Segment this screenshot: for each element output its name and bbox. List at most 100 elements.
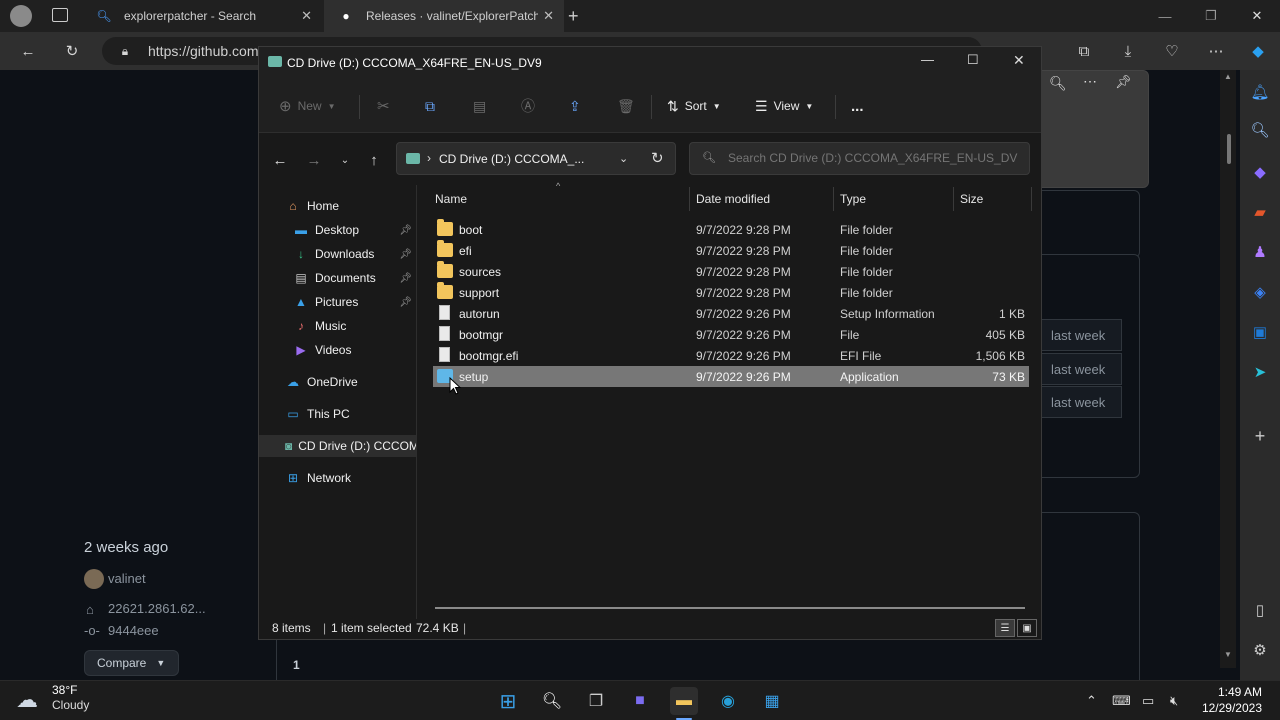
weather-temp[interactable]: 38°F xyxy=(52,683,77,697)
weather-desc[interactable]: Cloudy xyxy=(52,698,89,712)
edge-icon[interactable]: ◉ xyxy=(714,687,742,715)
file-row[interactable]: efi 9/7/2022 9:28 PM File folder xyxy=(433,240,1029,261)
nav-item-pictures[interactable]: ▲ Pictures 📌︎ xyxy=(259,291,416,313)
copilot-icon[interactable]: ◈ xyxy=(1250,282,1270,302)
forward-icon[interactable]: → xyxy=(303,149,325,171)
search-input[interactable] xyxy=(728,151,1018,165)
file-row[interactable]: autorun 9/7/2022 9:26 PM Setup Informati… xyxy=(433,303,1029,324)
page-scrollbar[interactable]: ▲ ▼ xyxy=(1220,70,1236,668)
add-icon[interactable]: + xyxy=(1250,426,1270,446)
column-divider[interactable] xyxy=(689,187,690,211)
file-row[interactable]: sources 9/7/2022 9:28 PM File folder xyxy=(433,261,1029,282)
compare-button[interactable]: Compare ▼ xyxy=(84,650,179,676)
split-screen-icon[interactable]: ▯ xyxy=(1250,600,1270,620)
minimize-button[interactable]: — xyxy=(921,52,934,67)
column-header-type[interactable]: Type xyxy=(840,185,866,213)
more-menu-icon[interactable]: ⋯ xyxy=(1205,40,1227,62)
refresh-icon[interactable]: ↻ xyxy=(651,149,664,167)
keyboard-icon[interactable]: ⌨ xyxy=(1112,693,1131,709)
paste-icon[interactable]: ▤ xyxy=(473,95,486,117)
commit-link[interactable]: 9444eee xyxy=(108,623,159,638)
search-box[interactable]: 🔍︎ xyxy=(689,142,1030,175)
column-divider[interactable] xyxy=(833,187,834,211)
clock-date[interactable]: 12/29/2023 xyxy=(1190,701,1262,715)
column-divider[interactable] xyxy=(953,187,954,211)
refresh-icon[interactable]: ↻ xyxy=(61,40,83,62)
nav-item-videos[interactable]: ▶ Videos xyxy=(259,339,416,361)
column-header-size[interactable]: Size xyxy=(960,185,983,213)
settings-icon[interactable]: ⚙ xyxy=(1250,640,1270,660)
volume-icon[interactable]: 🔇︎ xyxy=(1170,693,1178,709)
shopping-icon[interactable]: ◆ xyxy=(1250,162,1270,182)
recent-locations-icon[interactable]: ⌄ xyxy=(334,149,356,171)
chevron-down-icon[interactable]: ⌄ xyxy=(619,152,628,165)
close-icon[interactable]: ✕ xyxy=(543,8,554,24)
tag-link[interactable]: 22621.2861.62... xyxy=(108,601,206,616)
nav-item-downloads[interactable]: ↓ Downloads 📌︎ xyxy=(259,243,416,265)
network-icon[interactable]: ▭ xyxy=(1142,693,1154,709)
close-window-button[interactable]: ✕ xyxy=(1234,0,1280,32)
rename-icon[interactable]: Ⓐ xyxy=(521,95,535,117)
scroll-up-icon[interactable]: ▲ xyxy=(1224,72,1232,81)
file-row[interactable]: support 9/7/2022 9:28 PM File folder xyxy=(433,282,1029,303)
up-icon[interactable]: ↑ xyxy=(363,149,385,171)
bell-icon[interactable]: 🔔︎ xyxy=(1250,82,1270,102)
profile-avatar[interactable] xyxy=(10,5,32,27)
author-link[interactable]: valinet xyxy=(108,571,146,586)
tab-actions-icon[interactable] xyxy=(52,8,68,22)
nav-item-this-pc[interactable]: ▭ This PC xyxy=(259,403,416,425)
maximize-button[interactable]: ☐ xyxy=(967,52,979,68)
nav-item-music[interactable]: ♪ Music xyxy=(259,315,416,337)
view-button[interactable]: ☰ View ▼ xyxy=(755,95,813,117)
tab-releases[interactable]: ● Releases · valinet/ExplorerPatche ✕ xyxy=(324,0,564,32)
send-icon[interactable]: ➤ xyxy=(1250,362,1270,382)
column-header-name[interactable]: Name xyxy=(435,185,467,213)
horizontal-scrollbar[interactable] xyxy=(435,607,1025,609)
new-tab-button[interactable]: + xyxy=(568,0,592,32)
nav-item-desktop[interactable]: ▬ Desktop 📌︎ xyxy=(259,219,416,241)
scroll-down-icon[interactable]: ▼ xyxy=(1224,650,1232,659)
search-icon[interactable]: 🔍︎ xyxy=(538,687,566,715)
more-options-button[interactable]: ... xyxy=(851,95,864,117)
file-row[interactable]: boot 9/7/2022 9:28 PM File folder xyxy=(433,219,1029,240)
collections-icon[interactable]: ⧉ xyxy=(1073,40,1095,62)
delete-icon[interactable]: 🗑︎ xyxy=(617,95,635,117)
scroll-thumb[interactable] xyxy=(1227,134,1231,164)
share-icon[interactable]: ⇪ xyxy=(569,95,581,117)
details-view-icon[interactable]: ☰ xyxy=(995,619,1015,637)
downloads-icon[interactable]: ⤓ xyxy=(1117,40,1139,62)
nav-item-home[interactable]: ⌂ Home xyxy=(259,195,416,217)
column-divider[interactable] xyxy=(1031,187,1032,211)
file-explorer-icon[interactable]: ▬ xyxy=(670,687,698,715)
start-icon[interactable]: ⊞ xyxy=(494,687,522,715)
nav-item-network[interactable]: ⊞ Network xyxy=(259,467,416,489)
restore-button[interactable]: ❐ xyxy=(1188,0,1234,32)
store-icon[interactable]: ▦ xyxy=(758,687,786,715)
close-icon[interactable]: ✕ xyxy=(301,8,312,24)
weather-icon[interactable]: ☁ xyxy=(16,687,38,713)
column-header-date[interactable]: Date modified xyxy=(696,185,770,213)
health-icon[interactable]: ♡ xyxy=(1161,40,1183,62)
avatar[interactable] xyxy=(84,569,104,589)
tools-icon[interactable]: ▰ xyxy=(1250,202,1270,222)
nav-item-onedrive[interactable]: ☁ OneDrive xyxy=(259,371,416,393)
pin-icon[interactable]: 📌︎ xyxy=(1115,74,1132,90)
outlook-icon[interactable]: ▣ xyxy=(1250,322,1270,342)
more-icon[interactable]: ⋯ xyxy=(1083,73,1097,90)
games-icon[interactable]: ♟ xyxy=(1250,242,1270,262)
address-bar[interactable]: › CD Drive (D:) CCCOMA_... ⌄ ↻ xyxy=(396,142,676,175)
nav-item-documents[interactable]: ▤ Documents 📌︎ xyxy=(259,267,416,289)
file-row-selected[interactable]: setup 9/7/2022 9:26 PM Application 73 KB xyxy=(433,366,1029,387)
copilot-icon[interactable]: ◆ xyxy=(1247,40,1269,62)
close-button[interactable]: ✕ xyxy=(1013,52,1025,69)
task-view-icon[interactable]: ❐ xyxy=(582,687,610,715)
file-row[interactable]: bootmgr.efi 9/7/2022 9:26 PM EFI File 1,… xyxy=(433,345,1029,366)
back-icon[interactable]: ← xyxy=(17,40,39,62)
cut-icon[interactable]: ✂ xyxy=(377,95,390,117)
clock-time[interactable]: 1:49 AM xyxy=(1198,685,1262,699)
tab-search[interactable]: 🔍︎ explorerpatcher - Search ✕ xyxy=(82,0,322,32)
chat-icon[interactable]: ■ xyxy=(626,687,654,715)
large-icons-view-icon[interactable]: ▣ xyxy=(1017,619,1037,637)
file-row[interactable]: bootmgr 9/7/2022 9:26 PM File 405 KB xyxy=(433,324,1029,345)
sort-button[interactable]: ⇅ Sort ▼ xyxy=(667,95,721,117)
